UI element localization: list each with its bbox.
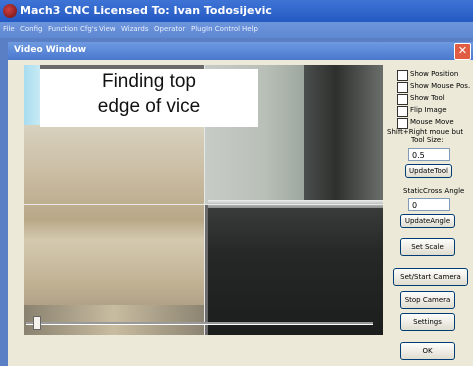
menu-operator[interactable]: Operator [154, 25, 185, 33]
tool-size-field[interactable]: 0.5 [408, 148, 450, 161]
slider-track[interactable] [26, 322, 373, 325]
menu-view[interactable]: View [99, 25, 116, 33]
menubar: File Config Function Cfg's View Wizards … [0, 22, 473, 38]
close-button[interactable]: ✕ [454, 43, 471, 60]
mach3-logo-icon [3, 4, 17, 18]
feed-tool-edge [304, 65, 383, 204]
video-window-body: Finding top edge of vice Show Position S… [8, 60, 473, 366]
show-mouse-pos-checkbox[interactable] [397, 82, 408, 93]
camera-feed[interactable]: Finding top edge of vice [24, 65, 383, 335]
mouse-move-label: Mouse Move [410, 118, 454, 126]
stop-camera-button[interactable]: Stop Camera [400, 291, 455, 309]
show-position-label: Show Position [410, 70, 459, 78]
menu-config[interactable]: Config [20, 25, 42, 33]
menu-help[interactable]: Help [242, 25, 258, 33]
menu-wizards[interactable]: Wizards [121, 25, 149, 33]
close-icon: ✕ [457, 44, 468, 57]
video-window-title: Video Window [14, 45, 87, 55]
set-scale-button[interactable]: Set Scale [400, 238, 455, 256]
crosshair-horizontal [24, 204, 383, 205]
menu-file[interactable]: File [3, 25, 15, 33]
app-titlebar: Mach3 CNC Licensed To: Ivan Todosijevic [0, 0, 473, 22]
feed-caption-line1: Finding top [101, 71, 196, 92]
update-angle-button[interactable]: UpdateAngle [400, 214, 455, 228]
slider-thumb[interactable] [32, 316, 41, 330]
flip-image-checkbox[interactable] [397, 106, 408, 117]
static-cross-angle-label: StaticCross Angle [403, 187, 465, 195]
update-tool-button[interactable]: UpdateTool [405, 164, 452, 178]
flip-image-label: Flip Image [410, 106, 447, 114]
set-start-camera-button[interactable]: Set/Start Camera [393, 268, 468, 286]
show-mouse-pos-label: Show Mouse Pos. [410, 82, 471, 90]
settings-button[interactable]: Settings [400, 313, 455, 331]
feed-vice-base [24, 305, 204, 335]
feed-caption: Finding top edge of vice [40, 69, 258, 127]
show-tool-checkbox[interactable] [397, 94, 408, 105]
tool-size-label: Tool Size: [411, 136, 444, 144]
feed-vice-jaw [208, 200, 383, 335]
mouse-move-hint: Shift+Right moue but [387, 128, 464, 136]
app-title: Mach3 CNC Licensed To: Ivan Todosijevic [20, 4, 272, 17]
feed-vice-body [24, 125, 204, 335]
cross-angle-field[interactable]: 0 [408, 198, 450, 211]
show-position-checkbox[interactable] [397, 70, 408, 81]
menu-plugin-control[interactable]: PlugIn Control [191, 25, 240, 33]
ok-button[interactable]: OK [400, 342, 455, 360]
feed-caption-line2: edge of vice [97, 96, 201, 117]
video-window-titlebar[interactable]: Video Window ✕ [8, 42, 473, 60]
show-tool-label: Show Tool [410, 94, 445, 102]
menu-function-cfgs[interactable]: Function Cfg's [48, 25, 97, 33]
